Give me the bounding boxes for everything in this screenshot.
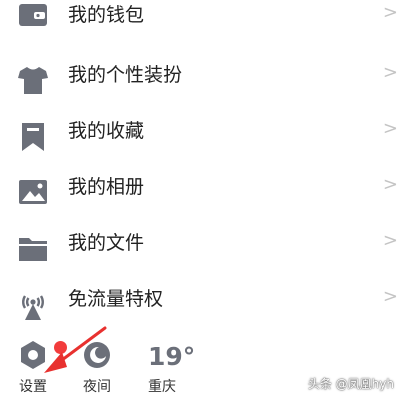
- menu-item-label: 我的文件: [68, 232, 145, 254]
- settings-button[interactable]: 设置: [10, 330, 67, 396]
- city-label: 重庆: [148, 379, 176, 395]
- menu-item-free-data[interactable]: 免流量特权 >: [0, 280, 400, 336]
- menu-item-label: 我的收藏: [68, 120, 145, 142]
- menu-item-personal-dressup[interactable]: 我的个性装扮 >: [0, 56, 400, 112]
- signal-tower-icon: [22, 295, 44, 320]
- tshirt-icon: [18, 67, 48, 94]
- menu-item-label: 我的钱包: [68, 4, 145, 26]
- photo-icon: [19, 180, 47, 204]
- chevron-right-icon: >: [382, 286, 398, 307]
- menu-item-favorites[interactable]: 我的收藏 >: [0, 112, 400, 168]
- chevron-right-icon: >: [382, 62, 398, 83]
- settings-icon: [21, 341, 45, 369]
- menu-item-wallet[interactable]: 我的钱包 >: [0, 0, 400, 52]
- night-mode-label: 夜间: [83, 379, 111, 395]
- menu-item-files[interactable]: 我的文件 >: [0, 224, 400, 280]
- chevron-right-icon: >: [382, 2, 398, 23]
- chevron-right-icon: >: [382, 118, 398, 139]
- moon-icon: [84, 342, 110, 368]
- menu-item-label: 免流量特权: [68, 288, 164, 310]
- watermark: 头条 @凤凰hyh: [307, 377, 394, 391]
- bookmark-icon: [22, 123, 44, 151]
- settings-label: 设置: [19, 379, 47, 395]
- notification-dot: [54, 341, 67, 354]
- night-mode-button[interactable]: 夜间: [74, 330, 124, 396]
- menu-item-label: 我的个性装扮: [68, 64, 183, 86]
- menu-item-album[interactable]: 我的相册 >: [0, 168, 400, 224]
- folder-icon: [19, 238, 47, 261]
- chevron-right-icon: >: [382, 230, 398, 251]
- menu-item-label: 我的相册: [68, 176, 145, 198]
- chevron-right-icon: >: [382, 174, 398, 195]
- temperature-value: 19°: [148, 342, 196, 371]
- wallet-icon: [19, 4, 47, 26]
